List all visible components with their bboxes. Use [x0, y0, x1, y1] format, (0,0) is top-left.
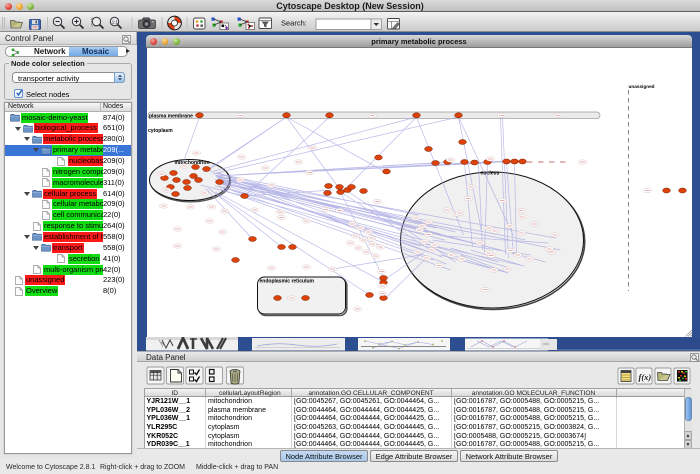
svg-text:endoplasmic reticulum: endoplasmic reticulum [259, 279, 314, 285]
svg-text:unassigned: unassigned [628, 84, 654, 89]
svg-text:Search:: Search: [281, 19, 307, 28]
svg-text:1:1: 1:1 [112, 20, 119, 25]
svg-text:plasma membrane: plasma membrane [149, 113, 193, 119]
svg-text:f(x): f(x) [639, 372, 652, 382]
svg-text:cytoplasm: cytoplasm [148, 128, 173, 134]
svg-text:mitochondrion: mitochondrion [174, 160, 209, 166]
